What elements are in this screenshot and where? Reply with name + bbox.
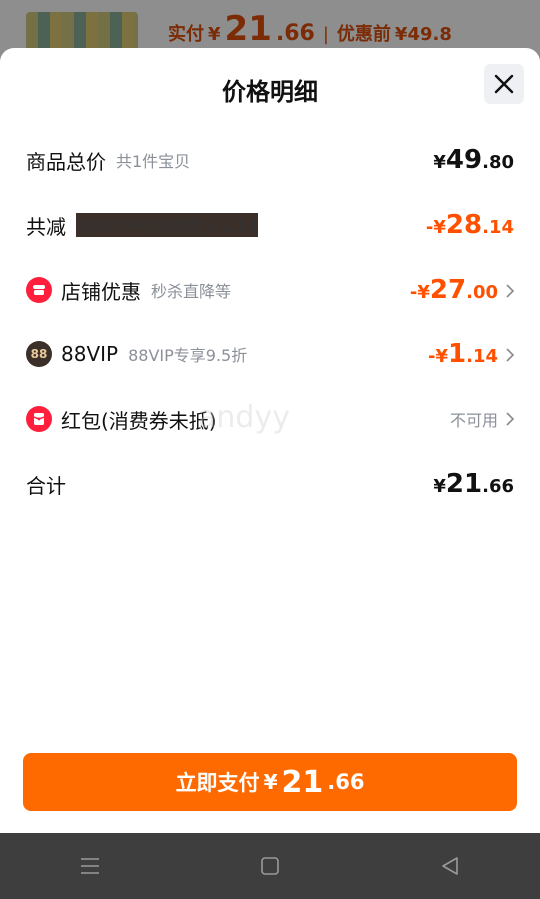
shop-discount-amount: - ¥ 27 .00 [410,275,498,305]
88vip-icon: 88 [26,341,52,367]
red-packet-label: 红包(消费券未抵) [61,408,217,433]
row-goods-total: 商品总价 共1件宝贝 ¥ 49 .80 [26,140,514,180]
pay-now-label: 立即支付 [175,771,260,795]
row-red-packet[interactable]: 红包(消费券未抵) 不可用 [26,399,514,439]
88vip-currency: ¥ [435,346,449,367]
red-packet-status: 不可用 [449,411,498,430]
goods-total-dec: .80 [482,152,514,173]
back-icon [442,857,458,875]
chevron-right-icon [506,281,514,301]
pay-now-button[interactable]: 立即支付 ¥ 21 .66 [23,753,517,811]
shop-discount-label: 店铺优惠 [61,279,141,304]
goods-total-amount: ¥ 49 .80 [433,145,514,175]
goods-total-label: 商品总价 [26,149,106,174]
product-thumbnail [26,12,138,52]
shop-discount-int: 27 [429,275,467,305]
paid-label: 实付 [168,24,204,45]
paid-currency: ¥ [208,24,221,45]
system-navigation-bar [0,833,540,899]
reduction-label: 共减 [26,214,66,239]
reduction-currency: ¥ [433,217,446,238]
88vip-int: 1 [448,339,467,369]
shop-discount-note: 秒杀直降等 [151,282,232,301]
goods-total-count: 共1件宝贝 [116,152,191,171]
before-price: ¥49.8 [394,24,452,45]
pay-now-dec: .66 [327,770,365,794]
paid-price-int: 21 [224,9,272,49]
sum-currency: ¥ [433,476,446,497]
chevron-right-icon [506,409,514,429]
price-separator: | [322,24,329,45]
row-total-reduction: 共减 含88VIP专享优惠 ¥ 1.14 - ¥ 28 .14 [26,205,514,245]
row-sum: 合计 ¥ 21 .66 [26,464,514,504]
88vip-amount: - ¥ 1 .14 [428,339,498,369]
88vip-dec: .14 [466,346,498,367]
row-88vip[interactable]: 88 88VIP 88VIP专享9.5折 - ¥ 1 .14 [26,334,514,374]
menu-icon [81,858,99,874]
paid-price-dec: .66 [275,21,315,46]
shop-discount-currency: ¥ [417,282,430,303]
close-icon [494,74,514,94]
88vip-icon-text: 88 [30,347,48,361]
sum-int: 21 [445,469,483,499]
menu-button[interactable] [70,846,110,886]
goods-total-int: 49 [445,145,483,175]
sheet-title: 价格明细 [222,78,318,106]
home-icon [261,857,279,875]
before-label: 优惠前 [336,24,391,45]
sum-label: 合计 [26,473,66,498]
shop-discount-dec: .00 [466,282,498,303]
88vip-note: 88VIP专享9.5折 [128,346,248,365]
home-button[interactable] [250,846,290,886]
shop-discount-icon [26,277,52,303]
goods-total-currency: ¥ [433,152,446,173]
price-detail-sheet: 价格明细 商品总价 共1件宝贝 ¥ 49 .80 共减 含88VIP专享优惠 ¥… [0,48,540,833]
background-price: 实付 ¥ 21 .66 | 优惠前 ¥49.8 [168,6,452,52]
pay-now-int: 21 [281,764,324,800]
chevron-right-icon [506,345,514,365]
reduction-note: 含88VIP专享优惠 ¥ 1.14 [76,213,258,237]
row-shop-discount[interactable]: 店铺优惠 秒杀直降等 - ¥ 27 .00 [26,270,514,310]
88vip-prefix: - [428,346,436,367]
reduction-dec: .14 [482,217,514,238]
reduction-int: 28 [445,210,483,240]
pay-now-currency: ¥ [263,770,278,794]
back-button[interactable] [430,846,470,886]
close-button[interactable] [484,64,524,104]
88vip-label: 88VIP [61,342,119,366]
shop-discount-prefix: - [409,282,418,303]
red-packet-icon [26,406,52,432]
sum-dec: .66 [482,476,514,497]
checkout-page: 实付 ¥ 21 .66 | 优惠前 ¥49.8 价格明细 商品总价 共1件宝贝 … [0,0,540,899]
reduction-amount: - ¥ 28 .14 [426,210,514,240]
reduction-prefix: - [425,217,434,238]
sum-amount: ¥ 21 .66 [433,469,514,499]
